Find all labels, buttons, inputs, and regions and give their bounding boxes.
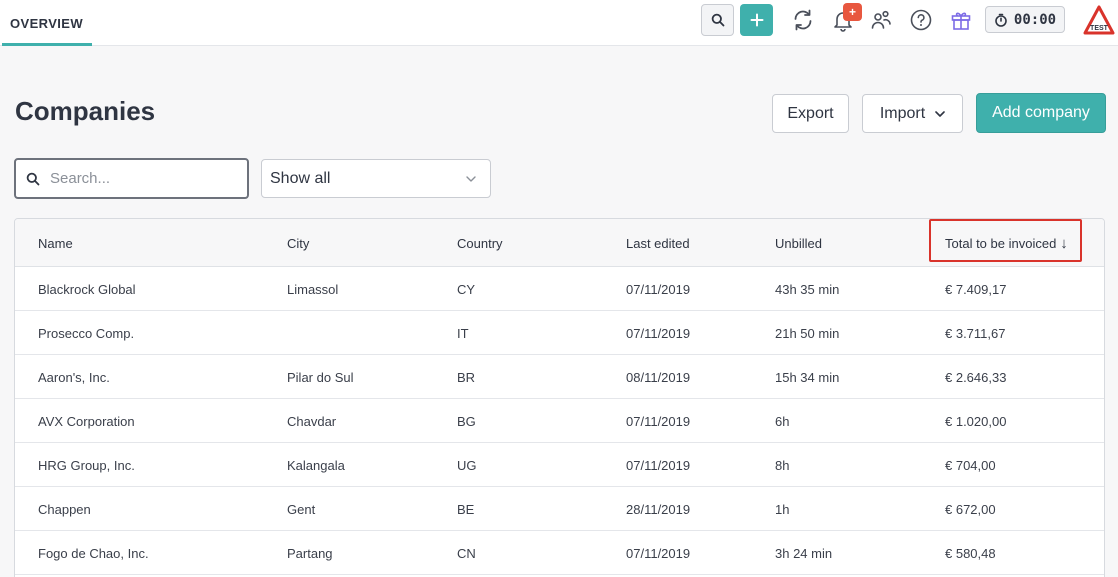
- export-button[interactable]: Export: [772, 94, 849, 133]
- timer-value: 00:00: [1013, 11, 1057, 28]
- cell-country: BG: [457, 413, 476, 429]
- cell-unbilled: 3h 24 min: [775, 545, 833, 561]
- cell-total: € 1.020,00: [945, 413, 1007, 429]
- cell-unbilled: 15h 34 min: [775, 369, 840, 385]
- cell-city: Chavdar: [287, 413, 337, 429]
- cell-total: € 3.711,67: [945, 325, 1006, 341]
- column-header-label: Unbilled: [775, 235, 822, 251]
- chevron-down-icon: [935, 110, 945, 117]
- table-row[interactable]: HRG Group, Inc. Kalangala UG 07/11/2019 8h € …: [15, 443, 1104, 487]
- column-header-country[interactable]: Country: [457, 219, 503, 267]
- cell-name: Aaron's, Inc.: [38, 369, 110, 385]
- column-header-label: Country: [457, 235, 503, 251]
- timer-button[interactable]: 00:00: [985, 6, 1065, 33]
- cell-total: € 672,00: [945, 501, 996, 517]
- cell-total: € 7.409,17: [945, 281, 1007, 297]
- column-header-last-edited[interactable]: Last edited: [626, 219, 690, 267]
- sync-icon: [794, 9, 812, 31]
- cell-name: Blackrock Global: [38, 281, 136, 297]
- search-icon: [711, 13, 724, 27]
- column-header-name[interactable]: Name: [38, 219, 73, 267]
- cell-country: CY: [457, 281, 476, 297]
- team-button[interactable]: [867, 6, 895, 34]
- cell-city: Pilar do Sul: [287, 369, 354, 385]
- cell-last-edited: 07/11/2019: [626, 457, 691, 473]
- cell-country: BE: [457, 501, 475, 517]
- help-button[interactable]: [907, 6, 935, 34]
- active-tab-indicator: [2, 43, 92, 46]
- cell-name: Chappen: [38, 501, 91, 517]
- help-icon: [910, 9, 932, 31]
- column-header-label: City: [287, 235, 310, 251]
- column-header-city[interactable]: City: [287, 219, 309, 267]
- import-button-label: Import: [879, 104, 926, 122]
- chevron-down-icon: [466, 175, 476, 182]
- table-row[interactable]: Blackrock Global Limassol CY 07/11/2019 43h …: [15, 267, 1104, 311]
- cell-city: Gent: [287, 501, 316, 517]
- cell-country: IT: [457, 325, 469, 341]
- table-row[interactable]: Prosecco Comp. IT 07/11/2019 21h 50 min € 3.…: [15, 311, 1104, 355]
- cell-country: UG: [457, 457, 477, 473]
- show-filter-value: Show all: [270, 169, 331, 187]
- test-logo-text: TEST: [1090, 25, 1109, 32]
- users-icon: [871, 10, 891, 29]
- add-company-button[interactable]: Add company: [976, 93, 1106, 133]
- cell-total: € 2.646,33: [945, 369, 1007, 385]
- cell-city: Limassol: [287, 281, 339, 297]
- cell-last-edited: 07/11/2019: [626, 545, 691, 561]
- notification-badge: +: [843, 3, 862, 21]
- top-bar: OVERVIEW + 00:00 TEST: [0, 0, 1118, 46]
- search-input[interactable]: [50, 170, 230, 187]
- import-dropdown-button[interactable]: Import: [862, 94, 963, 133]
- quick-add-button[interactable]: [740, 4, 773, 36]
- companies-table: Name City Country Last edited Unbilled T…: [14, 218, 1105, 577]
- cell-last-edited: 08/11/2019: [626, 369, 691, 385]
- cell-name: AVX Corporation: [38, 413, 135, 429]
- cell-unbilled: 1h: [775, 501, 790, 517]
- cell-country: BR: [457, 369, 476, 385]
- sync-button[interactable]: [789, 6, 817, 34]
- cell-last-edited: 07/11/2019: [626, 325, 691, 341]
- show-filter-select[interactable]: Show all: [261, 159, 491, 198]
- table-row[interactable]: Aaron's, Inc. Pilar do Sul BR 08/11/2019 15h…: [15, 355, 1104, 399]
- plus-icon: [750, 13, 763, 27]
- test-account-logo[interactable]: TEST: [1083, 5, 1115, 37]
- tab-overview[interactable]: OVERVIEW: [0, 0, 93, 46]
- column-header-label: Last edited: [626, 235, 690, 251]
- stopwatch-icon: [995, 13, 1007, 27]
- cell-total: € 704,00: [945, 457, 996, 473]
- cell-unbilled: 21h 50 min: [775, 325, 840, 341]
- add-company-label: Add company: [992, 104, 1090, 121]
- column-header-unbilled[interactable]: Unbilled: [775, 219, 822, 267]
- table-row[interactable]: Chappen Gent BE 28/11/2019 1h € 672,00: [15, 487, 1104, 531]
- gift-icon: [951, 12, 971, 30]
- gift-button[interactable]: [947, 6, 975, 34]
- export-button-label: Export: [787, 104, 834, 122]
- search-icon: [26, 172, 40, 185]
- cell-name: Fogo de Chao, Inc.: [38, 545, 149, 561]
- column-header-label: Name: [38, 235, 73, 251]
- tab-overview-label: OVERVIEW: [9, 15, 84, 31]
- cell-last-edited: 07/11/2019: [626, 281, 691, 297]
- cell-unbilled: 43h 35 min: [775, 281, 840, 297]
- table-row[interactable]: AVX Corporation Chavdar BG 07/11/2019 6h € 1.…: [15, 399, 1104, 443]
- table-row[interactable]: Fogo de Chao, Inc. Partang CN 07/11/2019 3h …: [15, 531, 1104, 575]
- global-search-button[interactable]: [701, 4, 734, 36]
- cell-unbilled: 8h: [775, 457, 790, 473]
- cell-total: € 580,48: [945, 545, 996, 561]
- search-field[interactable]: [14, 158, 249, 199]
- page-title: Companies: [15, 96, 156, 126]
- cell-name: Prosecco Comp.: [38, 325, 135, 341]
- highlight-annotation: [929, 219, 1082, 262]
- cell-last-edited: 28/11/2019: [626, 501, 691, 517]
- cell-name: HRG Group, Inc.: [38, 457, 135, 473]
- cell-unbilled: 6h: [775, 413, 790, 429]
- cell-city: Kalangala: [287, 457, 345, 473]
- cell-city: Partang: [287, 545, 333, 561]
- cell-country: CN: [457, 545, 476, 561]
- cell-last-edited: 07/11/2019: [626, 413, 691, 429]
